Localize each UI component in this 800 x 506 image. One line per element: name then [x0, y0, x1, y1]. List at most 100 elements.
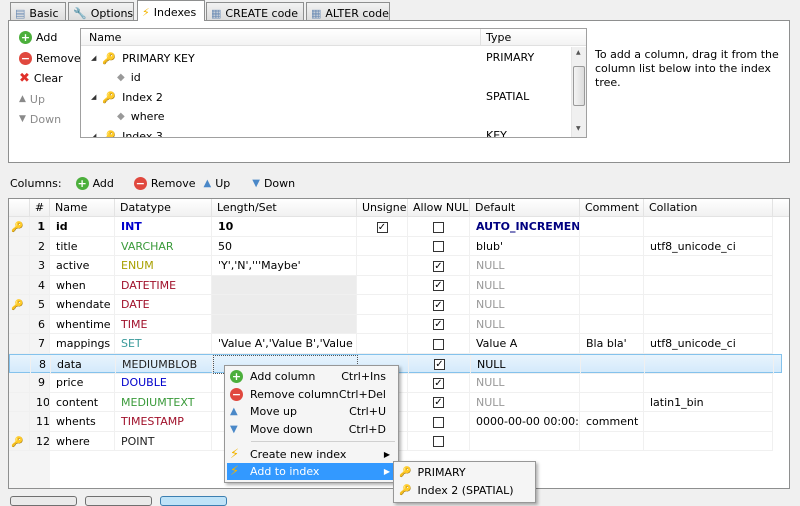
columns-grid[interactable]: #NameDatatypeLength/SetUnsignedAllow NUL… [8, 198, 790, 489]
allow-null-checkbox[interactable]: ✓ [433, 319, 444, 330]
table-row[interactable]: 3 active ENUM 'Y','N','''Maybe' ✓ NULL [9, 256, 782, 276]
table-row[interactable]: 🔑 1 id INT 10 ✓ AUTO_INCREMENT [9, 217, 782, 237]
up-index-button[interactable]: ▲ Up [19, 91, 45, 107]
grid-header-#[interactable]: # [30, 199, 50, 217]
key-indicator[interactable]: 🔑 [9, 217, 30, 237]
table-row[interactable]: 7 mappings SET 'Value A','Value B','Value C… [9, 334, 782, 354]
remove-index-button[interactable]: − Remove [19, 50, 81, 66]
cell-collation[interactable] [644, 275, 773, 295]
key-indicator[interactable] [9, 392, 30, 412]
cell-unsigned[interactable] [357, 334, 408, 354]
cell-comment[interactable] [581, 354, 645, 374]
cell-default[interactable]: 0000-00-00 00:00:00 [470, 412, 580, 432]
cell-datatype[interactable]: INT [115, 217, 212, 237]
cell-number[interactable]: 2 [30, 236, 50, 256]
unsigned-checkbox[interactable]: ✓ [376, 221, 388, 233]
submenu-item[interactable]: 🔑 Index 2 (SPATIAL) [396, 482, 533, 499]
cell-name[interactable]: whents [50, 412, 115, 432]
cell-default[interactable]: NULL [470, 295, 580, 315]
grid-header-datatype[interactable]: Datatype [115, 199, 212, 217]
grid-header-collation[interactable]: Collation [644, 199, 773, 217]
key-indicator[interactable] [10, 354, 31, 374]
menu-item-add-column[interactable]: + Add column Ctrl+Ins [227, 368, 396, 385]
cell-default[interactable]: blub' [470, 236, 580, 256]
cell-comment[interactable] [580, 373, 644, 393]
cell-number[interactable]: 4 [30, 275, 50, 295]
index-column-node[interactable]: ◆ id [117, 69, 141, 87]
menu-item-add-to-index[interactable]: ⚡ Add to index ▶ [227, 463, 396, 480]
cell-allow-null[interactable] [408, 217, 470, 237]
allow-null-checkbox[interactable]: ✓ [433, 280, 444, 291]
cell-unsigned[interactable] [357, 295, 408, 315]
cell-length[interactable] [212, 275, 357, 295]
cell-allow-null[interactable]: ✓ [408, 256, 470, 276]
menu-item-move-up[interactable]: ▲ Move up Ctrl+U [227, 403, 396, 420]
cell-comment[interactable]: comment [580, 412, 644, 432]
cell-allow-null[interactable]: ✓ [408, 275, 470, 295]
allow-null-checkbox[interactable] [433, 416, 444, 428]
remove-column-button[interactable]: − Remove [133, 176, 196, 190]
submenu-item[interactable]: 🔑 PRIMARY [396, 464, 533, 481]
key-indicator[interactable] [9, 256, 30, 276]
allow-null-checkbox[interactable] [433, 338, 444, 350]
cell-datatype[interactable]: DOUBLE [115, 373, 212, 393]
allow-null-checkbox[interactable] [433, 221, 444, 233]
menu-item-remove-column[interactable]: − Remove column Ctrl+Del [227, 386, 396, 403]
cell-length[interactable] [212, 314, 357, 334]
expand-icon[interactable]: ◢ [91, 54, 96, 62]
cell-allow-null[interactable]: ✓ [408, 373, 470, 393]
cell-datatype[interactable]: MEDIUMTEXT [115, 392, 212, 412]
index-node[interactable]: ◢ 🔑 Index 2 [91, 88, 163, 106]
cell-collation[interactable] [644, 256, 773, 276]
cell-comment[interactable]: Bla bla' [580, 334, 644, 354]
allow-null-checkbox[interactable] [433, 241, 444, 252]
index-node[interactable]: ◢ 🔑 PRIMARY KEY [91, 49, 195, 67]
cell-name[interactable]: title [50, 236, 115, 256]
allow-null-checkbox[interactable]: ✓ [433, 377, 444, 389]
cell-datatype[interactable]: ENUM [115, 256, 212, 276]
key-indicator[interactable] [9, 275, 30, 295]
cell-name[interactable]: active [50, 256, 115, 276]
cell-datatype[interactable]: SET [115, 334, 212, 354]
cell-comment[interactable] [580, 431, 644, 451]
cell-comment[interactable] [580, 256, 644, 276]
cell-number[interactable]: 10 [30, 392, 50, 412]
cell-allow-null[interactable] [408, 431, 470, 451]
cell-comment[interactable] [580, 236, 644, 256]
bottom-button[interactable] [85, 496, 152, 506]
cell-comment[interactable] [580, 295, 644, 315]
cell-allow-null[interactable] [408, 236, 470, 256]
key-indicator[interactable] [9, 412, 30, 432]
cell-name[interactable]: data [51, 354, 116, 374]
key-indicator[interactable] [9, 334, 30, 354]
cell-default[interactable]: NULL [470, 392, 580, 412]
cell-datatype[interactable]: DATE [115, 295, 212, 315]
cell-collation[interactable]: utf8_unicode_ci [644, 236, 773, 256]
cell-length[interactable]: 50 [212, 236, 357, 256]
cell-comment[interactable] [580, 392, 644, 412]
allow-null-checkbox[interactable]: ✓ [433, 260, 444, 272]
tab-create-code[interactable]: ▦ CREATE code [206, 2, 304, 21]
cell-collation[interactable]: utf8_unicode_ci [644, 334, 773, 354]
cell-datatype[interactable]: TIMESTAMP [115, 412, 212, 432]
cell-name[interactable]: id [50, 217, 115, 237]
cell-collation[interactable]: latin1_bin [644, 392, 773, 412]
cell-datatype[interactable]: TIME [115, 314, 212, 334]
cell-allow-null[interactable]: ✓ [408, 314, 470, 334]
add-column-button[interactable]: + Add [75, 176, 114, 190]
index-tree[interactable]: Name Type ◢ 🔑 PRIMARY KEY PRIMARY ◆ id ◢ 🔑 Index… [80, 28, 587, 138]
key-indicator[interactable]: 🔑 [9, 431, 30, 451]
allow-null-checkbox[interactable]: ✓ [434, 359, 445, 370]
cell-name[interactable]: where [50, 431, 115, 451]
cell-name[interactable]: whendate [50, 295, 115, 315]
menu-item-create-new-index[interactable]: ⚡ Create new index ▶ [227, 446, 396, 463]
tab-options[interactable]: 🔧 Options [68, 2, 134, 21]
tab-basic[interactable]: ▤ Basic [10, 2, 66, 21]
table-row[interactable]: 🔑 5 whendate DATE ✓ NULL [9, 295, 782, 315]
expand-icon[interactable]: ◢ [91, 132, 96, 137]
down-index-button[interactable]: ▼ Down [19, 111, 61, 127]
cell-comment[interactable] [580, 275, 644, 295]
cell-default[interactable]: NULL [470, 256, 580, 276]
cell-unsigned[interactable] [357, 236, 408, 256]
cell-collation[interactable] [644, 295, 773, 315]
